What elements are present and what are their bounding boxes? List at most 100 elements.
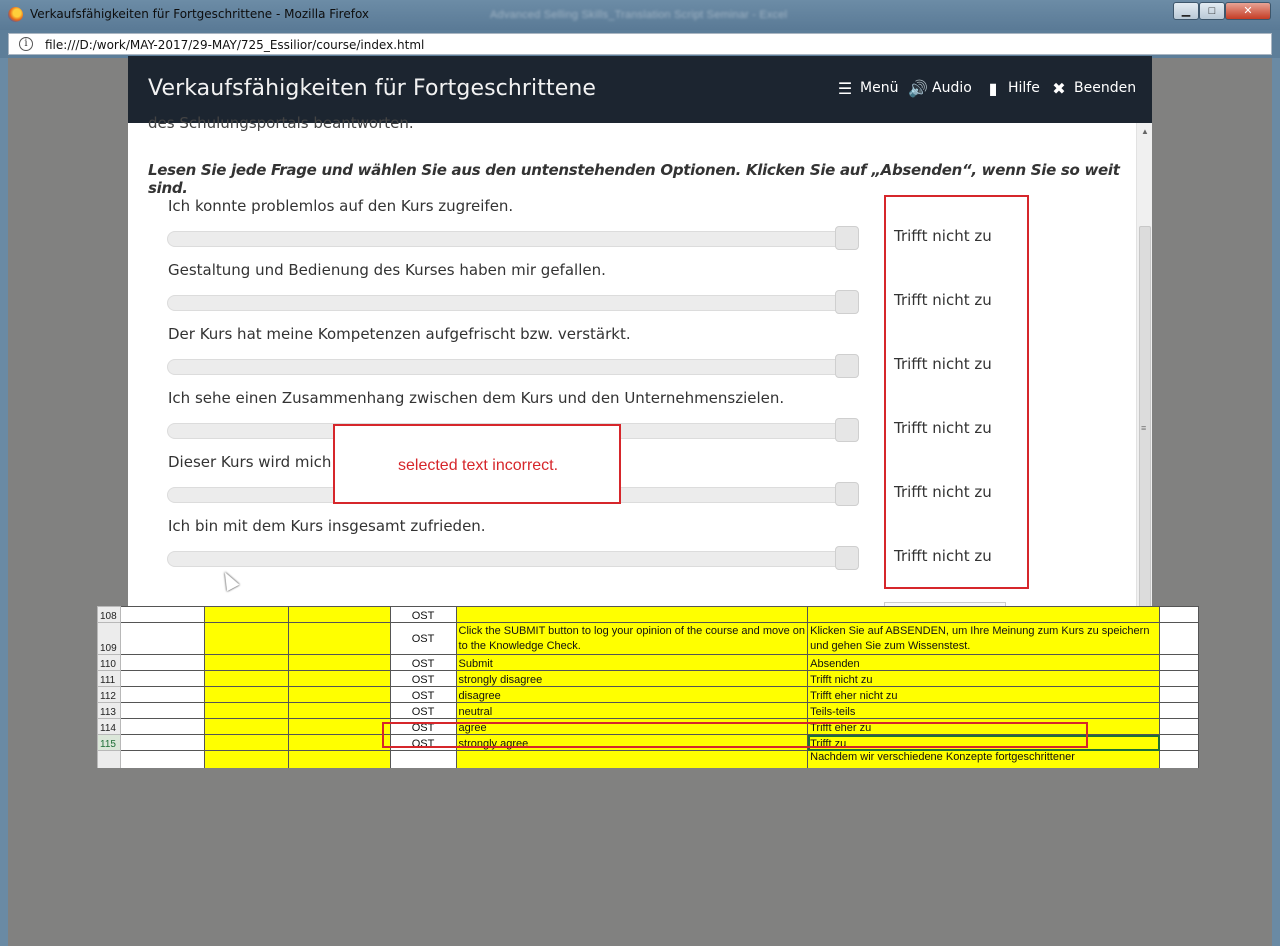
cell[interactable] xyxy=(287,654,391,671)
url-field[interactable]: i file:///D:/work/MAY-2017/29-MAY/725_Es… xyxy=(8,33,1272,55)
cell[interactable] xyxy=(203,654,289,671)
cell[interactable] xyxy=(119,718,205,735)
firefox-icon xyxy=(8,7,23,22)
exit-label: Beenden xyxy=(1074,80,1137,96)
rating-slider-track[interactable] xyxy=(167,231,857,247)
cell[interactable] xyxy=(1159,750,1199,768)
cell[interactable] xyxy=(119,622,205,655)
help-button[interactable]: ▮ Hilfe xyxy=(984,78,1040,98)
cell-german[interactable]: Klicken Sie auf ABSENDEN, um Ihre Meinun… xyxy=(807,622,1160,655)
review-comment-box: selected text incorrect. xyxy=(333,424,621,504)
info-icon[interactable]: i xyxy=(19,37,33,51)
cell[interactable] xyxy=(203,734,289,751)
row-number[interactable]: 114 xyxy=(97,718,121,735)
cell-german[interactable]: Trifft eher nicht zu xyxy=(807,686,1160,703)
cell[interactable] xyxy=(203,622,289,655)
cell[interactable] xyxy=(287,734,391,751)
address-bar: i file:///D:/work/MAY-2017/29-MAY/725_Es… xyxy=(0,30,1280,58)
scrollbar-thumb[interactable]: ≡ xyxy=(1139,226,1151,608)
cell[interactable] xyxy=(119,734,205,751)
cell-type[interactable]: OST xyxy=(389,702,457,719)
exit-button[interactable]: ✖ Beenden xyxy=(1050,78,1136,98)
rating-slider-handle[interactable] xyxy=(835,226,859,250)
rating-slider-track[interactable] xyxy=(167,551,857,567)
cell[interactable] xyxy=(287,750,391,768)
cell-type[interactable]: OST xyxy=(389,654,457,671)
cell[interactable] xyxy=(1159,606,1199,623)
menu-button[interactable]: ☰ Menü xyxy=(836,78,899,98)
rating-slider-track[interactable] xyxy=(167,295,857,311)
cell[interactable] xyxy=(119,750,205,768)
close-window-button[interactable]: ✕ xyxy=(1225,2,1271,20)
course-title: Verkaufsfähigkeiten für Fortgeschrittene xyxy=(148,76,597,101)
window-border-left xyxy=(0,58,8,946)
content-scrollbar[interactable]: ▲ ≡ xyxy=(1136,123,1152,608)
cell[interactable] xyxy=(203,718,289,735)
rating-slider-track[interactable] xyxy=(167,359,857,375)
cell[interactable] xyxy=(119,670,205,687)
cell-english[interactable]: Click the SUBMIT button to log your opin… xyxy=(455,622,809,655)
cell-type[interactable]: OST xyxy=(389,606,457,623)
cell[interactable] xyxy=(203,686,289,703)
cell[interactable] xyxy=(203,670,289,687)
cell[interactable] xyxy=(203,750,289,768)
cell[interactable] xyxy=(287,718,391,735)
row-number[interactable]: 112 xyxy=(97,686,121,703)
cell[interactable] xyxy=(1159,718,1199,735)
rating-slider-handle[interactable] xyxy=(835,546,859,570)
cell-english[interactable] xyxy=(455,750,809,768)
row-number[interactable]: 108 xyxy=(97,606,121,623)
row-number[interactable]: 109 xyxy=(97,622,121,655)
audio-label: Audio xyxy=(932,80,972,96)
cell[interactable] xyxy=(287,686,391,703)
cell[interactable] xyxy=(287,622,391,655)
background-window-title: Advanced Selling Skills_Translation Scri… xyxy=(490,9,788,21)
rating-slider-handle[interactable] xyxy=(835,354,859,378)
cell[interactable] xyxy=(203,702,289,719)
cell-german[interactable]: Nachdem wir verschiedene Konzepte fortge… xyxy=(807,750,1160,768)
cell[interactable] xyxy=(119,606,205,623)
cell-english[interactable]: Submit xyxy=(455,654,809,671)
rating-slider-handle[interactable] xyxy=(835,482,859,506)
rating-slider-handle[interactable] xyxy=(835,290,859,314)
cell[interactable] xyxy=(119,686,205,703)
cell[interactable] xyxy=(287,702,391,719)
cell[interactable] xyxy=(1159,654,1199,671)
cell[interactable] xyxy=(1159,702,1199,719)
cell-english[interactable] xyxy=(455,606,809,623)
cell[interactable] xyxy=(287,606,391,623)
row-number[interactable]: 115 xyxy=(97,734,121,751)
maximize-button[interactable]: □ xyxy=(1199,2,1225,20)
cell-type[interactable]: OST xyxy=(389,670,457,687)
cell-type[interactable]: OST xyxy=(389,686,457,703)
scroll-up-arrow-icon[interactable]: ▲ xyxy=(1141,127,1149,136)
cell[interactable] xyxy=(119,654,205,671)
cell-english[interactable]: disagree xyxy=(455,686,809,703)
cell[interactable] xyxy=(1159,686,1199,703)
cell[interactable] xyxy=(119,702,205,719)
cell-english[interactable]: strongly disagree xyxy=(455,670,809,687)
row-number[interactable]: 111 xyxy=(97,670,121,687)
cell-english[interactable]: neutral xyxy=(455,702,809,719)
cell[interactable] xyxy=(1159,734,1199,751)
cell[interactable] xyxy=(1159,670,1199,687)
url-text[interactable]: file:///D:/work/MAY-2017/29-MAY/725_Essi… xyxy=(45,38,424,52)
cell[interactable] xyxy=(1159,622,1199,655)
minimize-button[interactable]: ▁ xyxy=(1173,2,1199,20)
row-number[interactable]: 113 xyxy=(97,702,121,719)
cell-type[interactable] xyxy=(389,750,457,768)
window-title: Verkaufsfähigkeiten für Fortgeschrittene… xyxy=(30,7,370,21)
cell-german[interactable]: Trifft nicht zu xyxy=(807,670,1160,687)
cell[interactable] xyxy=(203,606,289,623)
cell-german[interactable]: Teils-teils xyxy=(807,702,1160,719)
cell-german[interactable] xyxy=(807,606,1160,623)
table-row: 109 OST Click the SUBMIT button to log y… xyxy=(97,622,1199,655)
cell[interactable] xyxy=(287,670,391,687)
audio-button[interactable]: 🔊 Audio xyxy=(908,78,972,98)
cell-type[interactable]: OST xyxy=(389,622,457,655)
row-number[interactable]: 110 xyxy=(97,654,121,671)
row-number[interactable] xyxy=(97,750,121,768)
rating-slider-handle[interactable] xyxy=(835,418,859,442)
book-icon: ▮ xyxy=(988,78,998,98)
cell-german[interactable]: Absenden xyxy=(807,654,1160,671)
